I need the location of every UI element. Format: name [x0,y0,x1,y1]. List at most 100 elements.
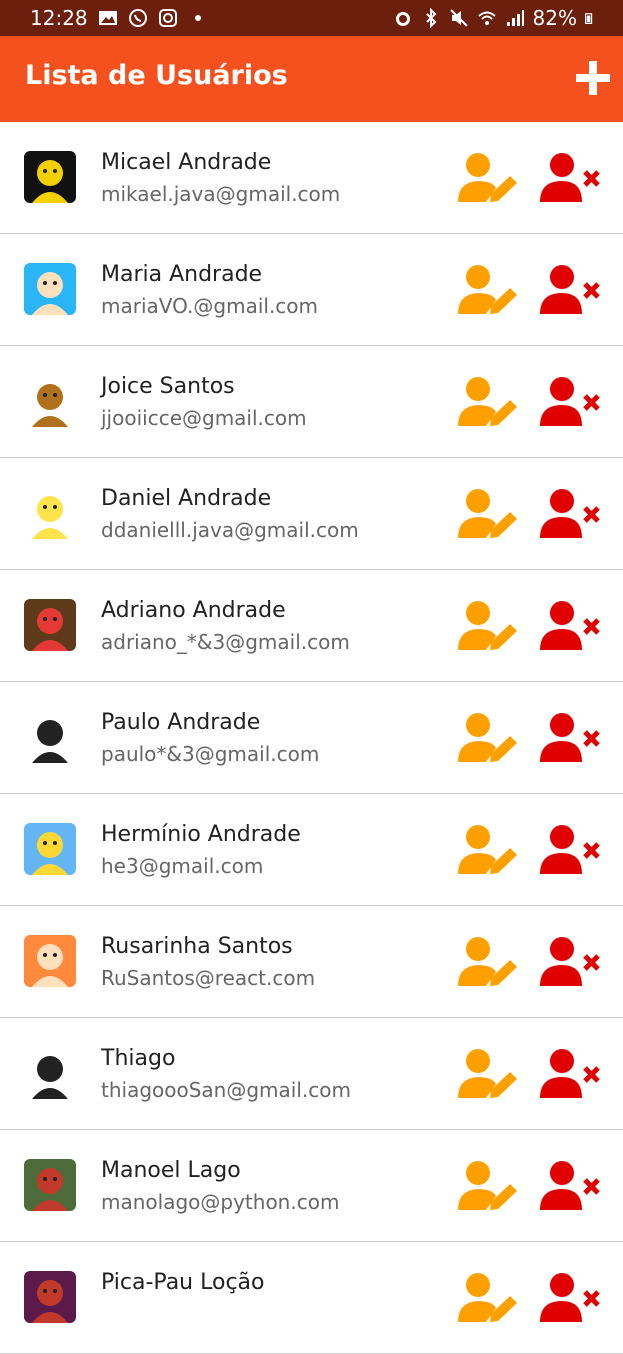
delete-user-button[interactable] [540,264,602,316]
avatar [24,935,76,987]
delete-user-button[interactable] [540,1048,602,1100]
add-user-button[interactable] [573,58,613,98]
user-name: Manoel Lago [101,1158,241,1183]
user-edit-icon [458,825,517,874]
user-edit-icon [458,489,517,538]
edit-user-button[interactable] [458,1048,520,1100]
user-name: Daniel Andrade [101,486,272,511]
delete-user-button[interactable] [540,376,602,428]
user-delete-icon [540,265,600,314]
status-time: 12:28 [30,6,88,30]
user-edit-icon [458,377,517,426]
signal-icon [506,10,524,26]
user-email: mikael.java@gmail.com [101,182,341,206]
battery-percentage: 82% [532,6,577,30]
list-item[interactable]: Thiago thiagoooSan@gmail.com [0,1018,623,1130]
user-name: Micael Andrade [101,150,272,175]
avatar [24,151,76,203]
list-item[interactable]: Rusarinha Santos RuSantos@react.com [0,906,623,1018]
notification-dot-icon [194,15,201,21]
user-delete-icon [540,601,600,650]
edit-user-button[interactable] [458,1160,520,1212]
user-delete-icon [540,1161,600,1210]
whatsapp-icon [128,9,147,27]
list-item[interactable]: Joice Santos jjooiicce@gmail.com [0,346,623,458]
delete-user-button[interactable] [540,824,602,876]
user-delete-icon [540,489,600,538]
user-email: RuSantos@react.com [101,966,316,990]
user-email: adriano_*&3@gmail.com [101,630,350,654]
user-edit-icon [458,713,517,762]
plus-icon [576,61,610,95]
edit-user-button[interactable] [458,488,520,540]
avatar [24,599,76,651]
user-delete-icon [540,937,600,986]
user-edit-icon [458,601,517,650]
user-name: Maria Andrade [101,262,263,287]
user-edit-icon [458,1049,517,1098]
delete-user-button[interactable] [540,936,602,988]
list-item[interactable]: Paulo Andrade paulo*&3@gmail.com [0,682,623,794]
list-item[interactable]: Micael Andrade mikael.java@gmail.com [0,122,623,234]
user-delete-icon [540,713,600,762]
list-item[interactable]: Adriano Andrade adriano_*&3@gmail.com [0,570,623,682]
avatar [24,1271,76,1323]
battery-icon [585,13,593,24]
avatar [24,375,76,427]
list-item[interactable]: Hermínio Andrade he3@gmail.com [0,794,623,906]
mute-icon [449,9,468,27]
delete-user-button[interactable] [540,152,602,204]
avatar [24,1047,76,1099]
user-delete-icon [540,1049,600,1098]
user-name: Adriano Andrade [101,598,286,623]
edit-user-button[interactable] [458,152,520,204]
user-email: he3@gmail.com [101,854,264,878]
delete-user-button[interactable] [540,488,602,540]
user-edit-icon [458,265,517,314]
user-email: thiagoooSan@gmail.com [101,1078,351,1102]
user-delete-icon [540,825,600,874]
app-header: Lista de Usuários [0,36,623,122]
bluetooth-icon [425,8,436,28]
status-bar: 12:28 82% [0,0,623,36]
avatar [24,823,76,875]
edit-user-button[interactable] [458,264,520,316]
wifi-icon [477,11,496,25]
user-name: Rusarinha Santos [101,934,293,959]
user-email: paulo*&3@gmail.com [101,742,320,766]
list-item[interactable]: Maria Andrade mariaVO.@gmail.com [0,234,623,346]
user-delete-icon [540,153,600,202]
user-name: Pica-Pau Loção [101,1270,265,1295]
avatar [24,711,76,763]
avatar [24,487,76,539]
user-name: Paulo Andrade [101,710,261,735]
user-edit-icon [458,153,517,202]
list-item[interactable]: Manoel Lago manolago@python.com [0,1130,623,1242]
edit-user-button[interactable] [458,936,520,988]
list-item[interactable]: Pica-Pau Loção [0,1242,623,1354]
alarm-icon [395,12,410,26]
user-email: manolago@python.com [101,1190,340,1214]
edit-user-button[interactable] [458,824,520,876]
user-name: Thiago [101,1046,176,1071]
image-icon [98,11,117,25]
list-item[interactable]: Daniel Andrade ddanielll.java@gmail.com [0,458,623,570]
delete-user-button[interactable] [540,1160,602,1212]
user-edit-icon [458,1161,517,1210]
user-email: mariaVO.@gmail.com [101,294,319,318]
delete-user-button[interactable] [540,600,602,652]
user-edit-icon [458,937,517,986]
user-delete-icon [540,377,600,426]
user-email: jjooiicce@gmail.com [101,406,307,430]
edit-user-button[interactable] [458,712,520,764]
instagram-icon [158,9,177,27]
user-email: ddanielll.java@gmail.com [101,518,359,542]
delete-user-button[interactable] [540,712,602,764]
page-title: Lista de Usuários [25,60,288,91]
user-name: Hermínio Andrade [101,822,301,847]
edit-user-button[interactable] [458,600,520,652]
avatar [24,263,76,315]
avatar [24,1159,76,1211]
edit-user-button[interactable] [458,376,520,428]
user-name: Joice Santos [101,374,235,399]
